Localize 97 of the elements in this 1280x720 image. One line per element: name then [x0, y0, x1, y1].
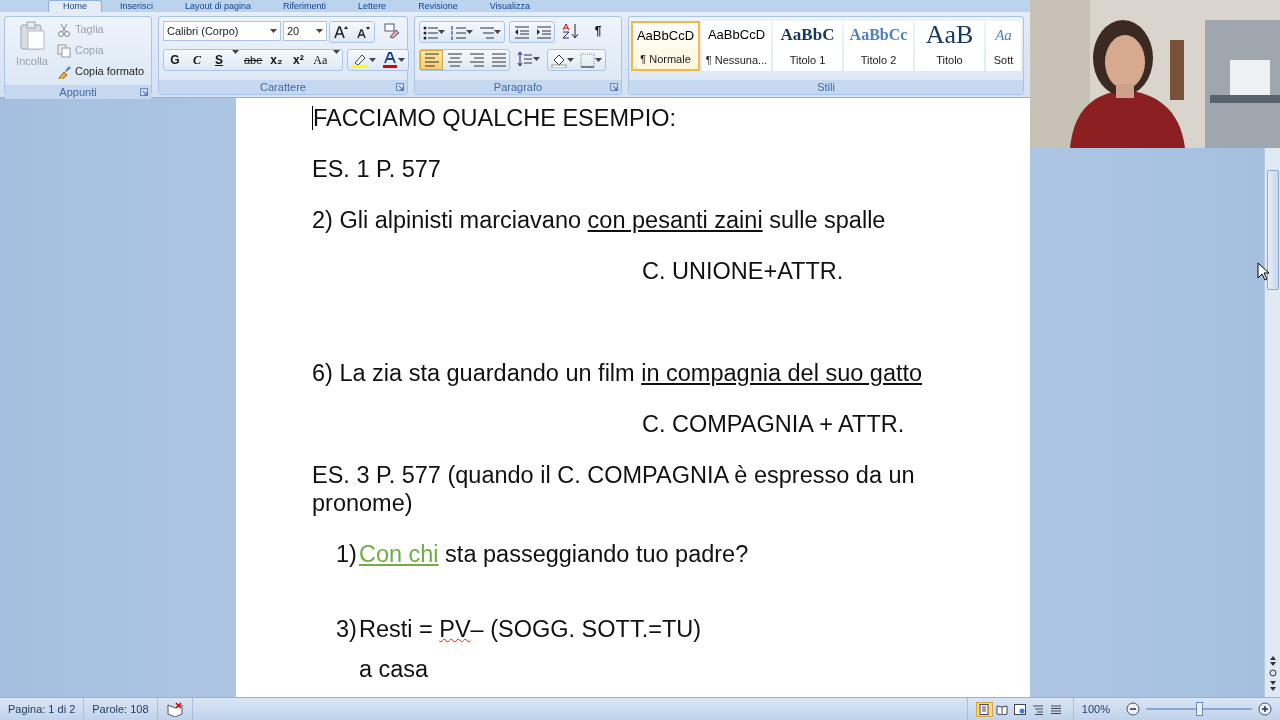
- word-count: Parole: 108: [92, 701, 149, 717]
- text-line: C. UNIONE+ATTR.: [642, 258, 844, 284]
- sort-icon: [562, 23, 580, 39]
- shrink-font-icon: [356, 25, 370, 39]
- decrease-indent-icon: [513, 24, 529, 40]
- text-cursor: [312, 106, 313, 130]
- ribbon-tab[interactable]: Layout di pagina: [171, 1, 266, 12]
- style-option[interactable]: AaBbC Titolo 1: [773, 21, 842, 71]
- zoom-in-icon[interactable]: [1258, 702, 1272, 716]
- numbering-icon: [451, 24, 466, 40]
- style-option[interactable]: AaBbCcD ¶ Nessuna...: [702, 21, 771, 71]
- format-button[interactable]: x₂: [265, 50, 288, 70]
- format-button[interactable]: G: [164, 50, 186, 70]
- text-line: a casa: [358, 655, 430, 683]
- grow-font-icon: [334, 25, 348, 39]
- scissors-icon: [57, 22, 71, 37]
- ribbon-tab[interactable]: Visualizza: [475, 1, 545, 12]
- caret-icon[interactable]: [494, 30, 501, 34]
- paint-bucket-icon: [551, 52, 567, 68]
- align-center-icon: [446, 52, 462, 68]
- mouse-pointer-icon: [1257, 262, 1269, 281]
- group-label: Paragrafo: [493, 81, 543, 93]
- format-button[interactable]: x²: [287, 50, 310, 70]
- caret-icon[interactable]: [466, 30, 473, 34]
- eraser-icon: [384, 23, 400, 39]
- text-line: ES. 1 P. 577: [312, 156, 441, 182]
- text-line: C. COMPAGNIA + ATTR.: [642, 411, 905, 437]
- align-justify-icon: [490, 52, 506, 68]
- view-button[interactable]: [1011, 701, 1029, 717]
- text-line: 6) La zia sta guardando un film in compagnia del suo gatto: [312, 360, 923, 386]
- ribbon-tab[interactable]: Revisione: [404, 1, 472, 12]
- ribbon-tab[interactable]: Home: [48, 0, 102, 12]
- text-line: FACCIAMO QUALCHE ESEMPIO:: [313, 105, 676, 131]
- group-label: Carattere: [260, 81, 306, 93]
- copy-icon: [57, 43, 71, 58]
- dialog-launcher-icon[interactable]: [140, 88, 148, 96]
- font-color-icon: [382, 52, 399, 68]
- zoom-slider-thumb[interactable]: [1195, 702, 1203, 716]
- caret-icon[interactable]: [438, 30, 445, 34]
- caret-icon[interactable]: [232, 50, 239, 54]
- line-spacing-icon: [517, 51, 533, 67]
- style-option[interactable]: Aa Sott: [986, 21, 1021, 71]
- draft-icon: [1050, 703, 1063, 715]
- multilevel-list-icon: [479, 24, 494, 40]
- caret-icon[interactable]: [269, 29, 277, 33]
- caret-icon[interactable]: [567, 58, 574, 62]
- list-number: 1): [336, 540, 357, 569]
- dialog-launcher-icon[interactable]: [610, 83, 618, 91]
- caret-icon[interactable]: [333, 50, 341, 54]
- web-page-icon: [1014, 703, 1027, 715]
- ribbon-tab[interactable]: Inserisci: [106, 1, 168, 12]
- show-marks-button[interactable]: ¶: [587, 21, 609, 41]
- proofing-book-icon[interactable]: [165, 701, 184, 717]
- align-right-icon: [468, 52, 484, 68]
- text-line: ES. 3 P. 577 (quando il C. COMPAGNIA è espresso da un pronome): [312, 462, 915, 516]
- font-size-field[interactable]: 20: [282, 21, 327, 41]
- zoom-out-icon[interactable]: [1126, 702, 1140, 716]
- text-line: Con chi sta passeggiando tuo padre?: [358, 540, 749, 568]
- font-name-field[interactable]: Calibri (Corpo): [163, 21, 281, 41]
- text-line: 2) Gli alpinisti marciavano con pesanti zaini sulle spalle: [312, 207, 886, 233]
- group-label: Stili: [817, 81, 835, 93]
- borders-icon: [580, 52, 595, 68]
- align-left-icon: [424, 52, 439, 68]
- group-label: Appunti: [59, 86, 97, 98]
- ribbon-tab[interactable]: Lettere: [344, 1, 401, 12]
- scroll-thumb[interactable]: [1267, 170, 1279, 290]
- view-button[interactable]: [975, 701, 993, 717]
- bullets-icon: [423, 24, 438, 40]
- text-line: Resti = PV– (SOGG. SOTT.=TU): [358, 615, 702, 643]
- caret-icon[interactable]: [369, 58, 377, 62]
- increase-indent-icon: [535, 24, 551, 40]
- caret-icon[interactable]: [533, 57, 540, 61]
- brush-icon: [57, 64, 71, 79]
- format-button[interactable]: S: [208, 50, 230, 70]
- format-button[interactable]: C: [186, 50, 208, 70]
- format-button[interactable]: Aa: [309, 50, 332, 70]
- document-page[interactable]: [236, 98, 1030, 697]
- borders-button[interactable]: [577, 50, 605, 70]
- caret-icon[interactable]: [398, 58, 406, 62]
- ribbon-tab[interactable]: Riferimenti: [269, 1, 341, 12]
- open-book-icon: [996, 703, 1009, 715]
- caret-icon[interactable]: [316, 29, 323, 33]
- zoom-percent: 100%: [1081, 701, 1110, 717]
- clipboard-button[interactable]: Copia formato: [55, 61, 147, 82]
- outline-icon: [1032, 703, 1045, 715]
- format-button[interactable]: abe: [241, 50, 266, 70]
- highlighter-icon: [351, 52, 370, 68]
- caret-icon[interactable]: [595, 58, 602, 62]
- dialog-launcher-icon[interactable]: [396, 83, 404, 91]
- clipboard-icon: [18, 21, 46, 51]
- style-option[interactable]: AaBbCc Titolo 2: [844, 21, 913, 71]
- style-option[interactable]: AaB Titolo: [915, 21, 984, 71]
- page-icon: [978, 703, 991, 715]
- page-count: Pagina: 1 di 2: [8, 701, 76, 717]
- align-button[interactable]: [420, 50, 443, 70]
- list-number: 3): [336, 615, 357, 644]
- style-option[interactable]: AaBbCcD ¶ Normale: [631, 21, 700, 71]
